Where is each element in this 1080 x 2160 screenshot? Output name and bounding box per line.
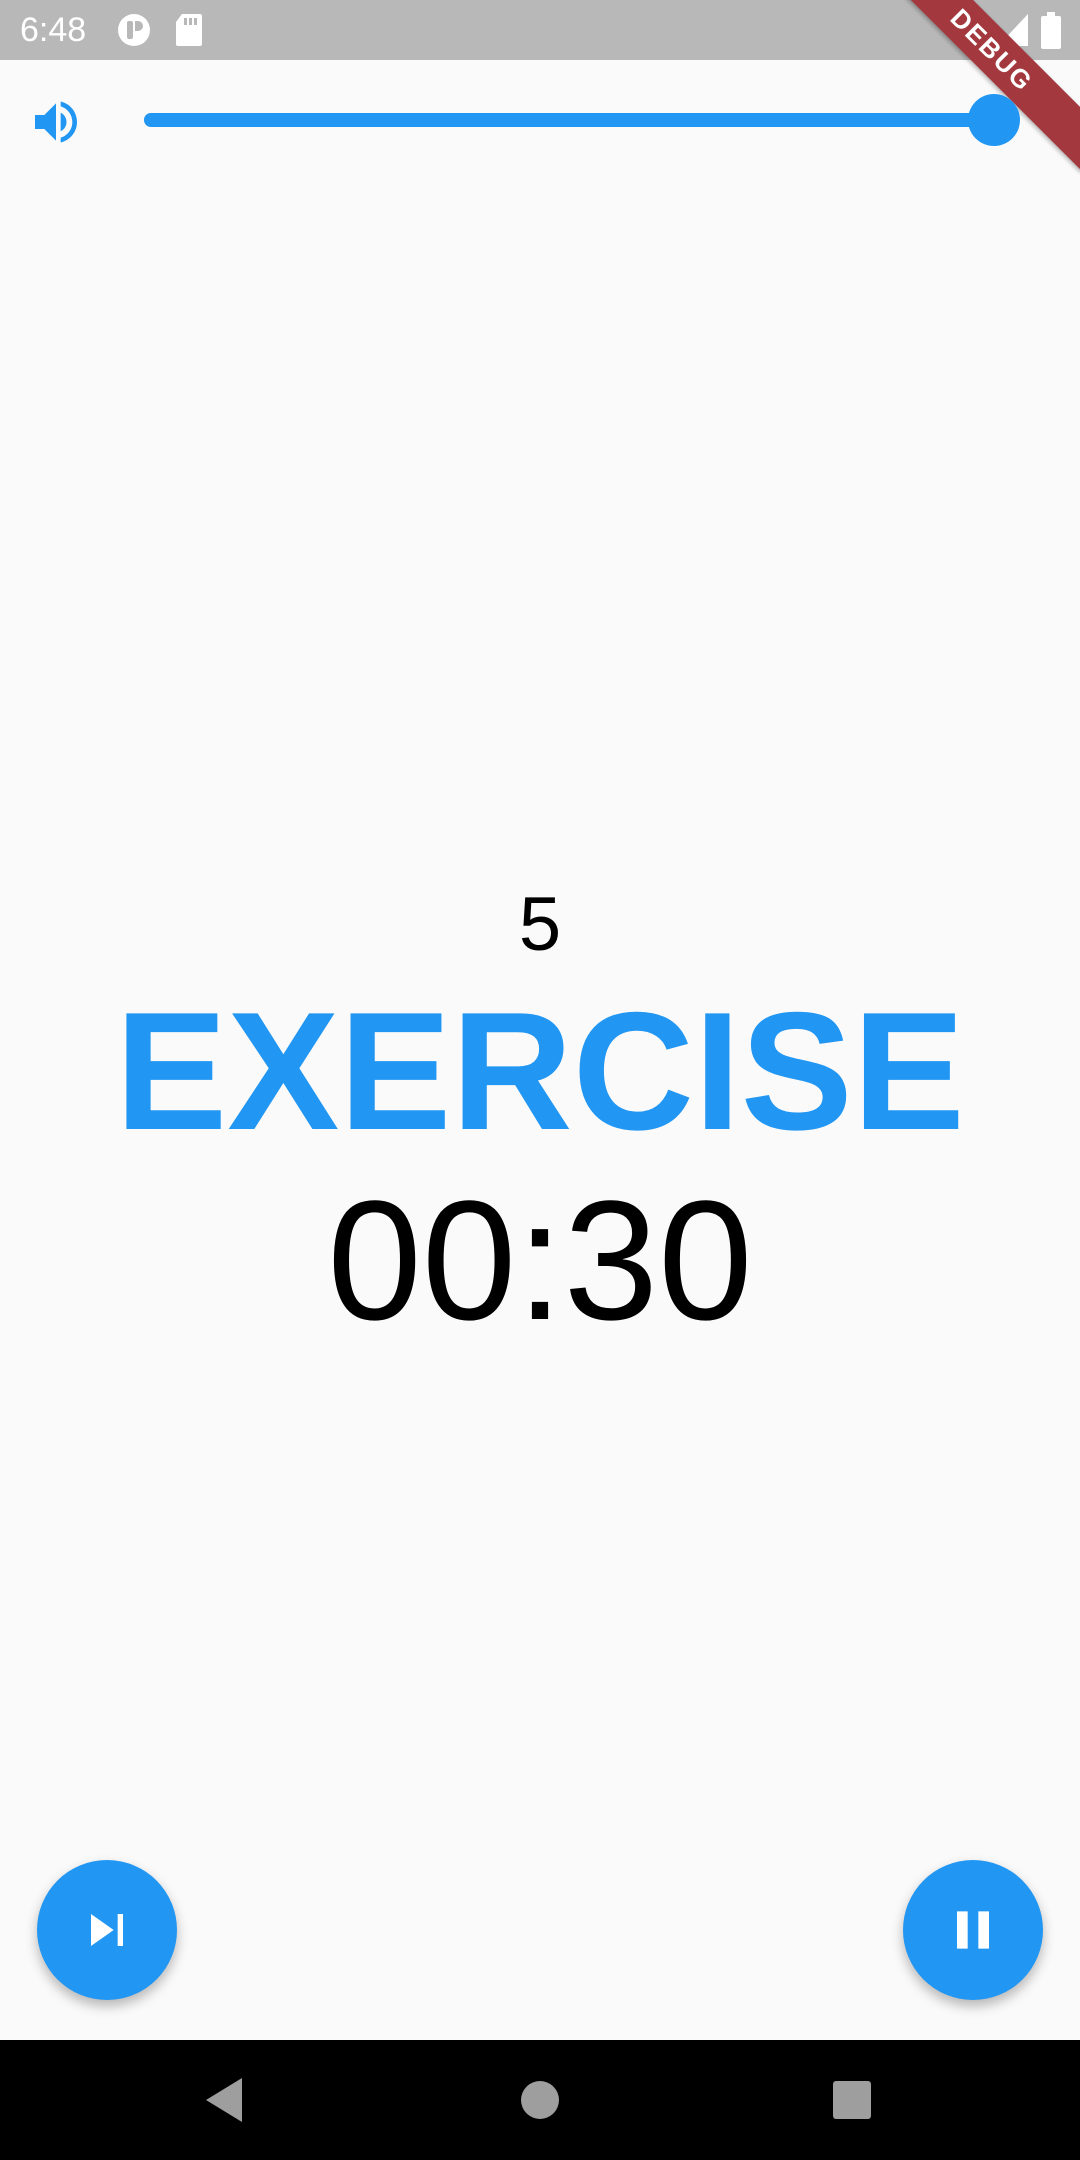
volume-slider[interactable]	[144, 94, 1020, 146]
status-time: 6:48	[20, 11, 87, 49]
status-bar: 6:48 DEBUG	[0, 0, 1080, 172]
app-notification-icon	[116, 12, 152, 53]
sd-card-icon	[174, 12, 204, 53]
recents-icon[interactable]	[822, 2070, 882, 2130]
navigation-bar	[0, 2040, 1080, 2160]
phase-label: EXERCISE	[115, 977, 965, 1165]
back-icon[interactable]	[196, 2070, 256, 2130]
skip-button[interactable]	[37, 1860, 177, 2000]
volume-up-icon[interactable]	[28, 94, 84, 150]
slider-fill	[144, 113, 994, 127]
slider-thumb[interactable]	[968, 94, 1020, 146]
timer-screen: 6:48 DEBUG 5 EXERCISE 00:30	[0, 0, 1080, 2160]
rep-count: 5	[518, 882, 562, 967]
pause-icon	[957, 1911, 989, 1949]
timer-display: 00:30	[327, 1166, 753, 1356]
home-icon[interactable]	[510, 2070, 570, 2130]
battery-icon	[1040, 12, 1062, 55]
pause-button[interactable]	[903, 1860, 1043, 2000]
skip-next-icon	[91, 1914, 123, 1946]
